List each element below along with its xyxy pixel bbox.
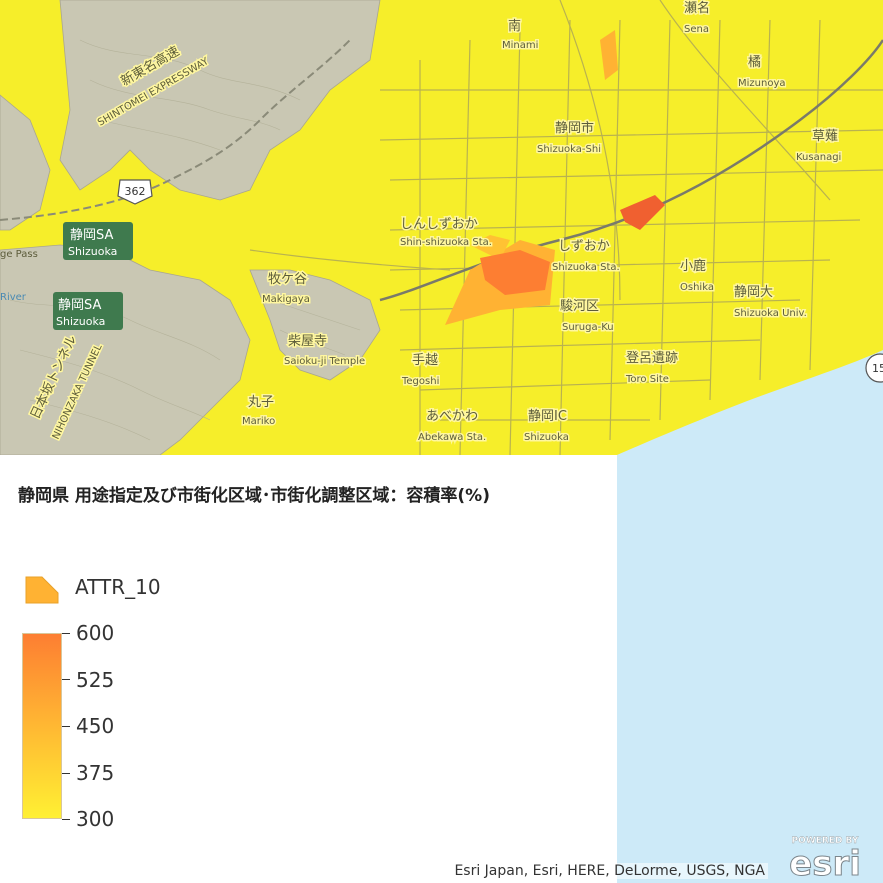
svg-text:瀬名: 瀬名 <box>684 0 710 16</box>
legend-tick-label: 300 <box>76 807 115 831</box>
svg-text:Sena: Sena <box>684 24 709 35</box>
svg-text:Makigaya: Makigaya <box>262 294 310 305</box>
svg-text:Minami: Minami <box>502 40 538 51</box>
legend-tick <box>62 633 70 634</box>
svg-text:駿河区: 駿河区 <box>560 299 599 314</box>
svg-text:静岡IC: 静岡IC <box>528 409 567 424</box>
svg-text:Tegoshi: Tegoshi <box>401 376 439 387</box>
svg-text:Abekawa Sta.: Abekawa Sta. <box>418 432 486 443</box>
svg-text:牧ケ谷: 牧ケ谷 <box>268 272 307 287</box>
svg-text:小鹿: 小鹿 <box>680 258 706 274</box>
esri-logo-icon[interactable]: POWERED BY esri <box>775 831 875 879</box>
svg-text:Shin-shizuoka Sta.: Shin-shizuoka Sta. <box>400 237 492 248</box>
svg-text:Oshika: Oshika <box>680 282 714 293</box>
legend-color-ramp <box>22 633 62 819</box>
legend-tick-label: 450 <box>76 714 115 738</box>
svg-text:手越: 手越 <box>412 353 438 368</box>
legend-tick <box>62 819 70 820</box>
legend-tick-label: 525 <box>76 668 115 692</box>
svg-text:Shizuoka Univ.: Shizuoka Univ. <box>734 308 807 319</box>
svg-text:静岡大: 静岡大 <box>734 285 773 300</box>
svg-text:静岡SA: 静岡SA <box>58 298 101 313</box>
svg-text:静岡市: 静岡市 <box>555 120 594 136</box>
svg-text:草薙: 草薙 <box>812 129 838 144</box>
svg-text:柴屋寺: 柴屋寺 <box>288 334 327 349</box>
svg-text:橘: 橘 <box>748 54 761 70</box>
legend-panel: 静岡県 用途指定及び市街化区域･市街化調整区域：容積率(%) ATTR_10 6… <box>0 455 617 883</box>
svg-text:しずおか: しずおか <box>558 239 610 254</box>
svg-text:Shizuoka: Shizuoka <box>56 315 105 328</box>
legend-tick <box>62 773 70 774</box>
svg-text:150: 150 <box>872 362 883 375</box>
legend-field-label: ATTR_10 <box>75 575 161 599</box>
legend-polygon-swatch-icon <box>25 576 59 604</box>
svg-text:Shizuoka: Shizuoka <box>68 245 117 258</box>
svg-text:ge Pass: ge Pass <box>0 249 38 260</box>
legend-tick-label: 600 <box>76 621 115 645</box>
legend-tick <box>62 726 70 727</box>
svg-text:Mariko: Mariko <box>242 416 275 427</box>
svg-text:南: 南 <box>508 18 521 34</box>
svg-text:esri: esri <box>789 844 861 879</box>
svg-text:あべかわ: あべかわ <box>426 409 478 424</box>
svg-text:Shizuoka-Shi: Shizuoka-Shi <box>537 144 601 155</box>
svg-text:Shizuoka: Shizuoka <box>524 432 569 443</box>
svg-text:丸子: 丸子 <box>248 395 274 410</box>
svg-text:Toro Site: Toro Site <box>625 374 669 385</box>
svg-text:Kusanagi: Kusanagi <box>796 152 841 163</box>
legend-tick-label: 375 <box>76 761 115 785</box>
svg-text:しんしずおか: しんしずおか <box>400 217 478 232</box>
svg-text:登呂遺跡: 登呂遺跡 <box>626 350 678 366</box>
svg-text:Suruga-Ku: Suruga-Ku <box>562 322 614 333</box>
svg-text:静岡SA: 静岡SA <box>70 228 113 243</box>
svg-text:Saioku-ji Temple: Saioku-ji Temple <box>284 356 365 367</box>
svg-text:River: River <box>0 292 27 303</box>
sa-sign-2: 静岡SA Shizuoka <box>53 292 123 330</box>
sa-sign-1: 静岡SA Shizuoka <box>63 222 133 260</box>
legend-tick <box>62 679 70 680</box>
map-attribution[interactable]: Esri Japan, Esri, HERE, DeLorme, USGS, N… <box>451 863 768 879</box>
svg-text:362: 362 <box>125 185 146 198</box>
svg-text:Mizunoya: Mizunoya <box>738 78 786 89</box>
svg-text:Shizuoka Sta.: Shizuoka Sta. <box>552 262 620 273</box>
legend-title: 静岡県 用途指定及び市街化区域･市街化調整区域：容積率(%) <box>18 486 490 506</box>
